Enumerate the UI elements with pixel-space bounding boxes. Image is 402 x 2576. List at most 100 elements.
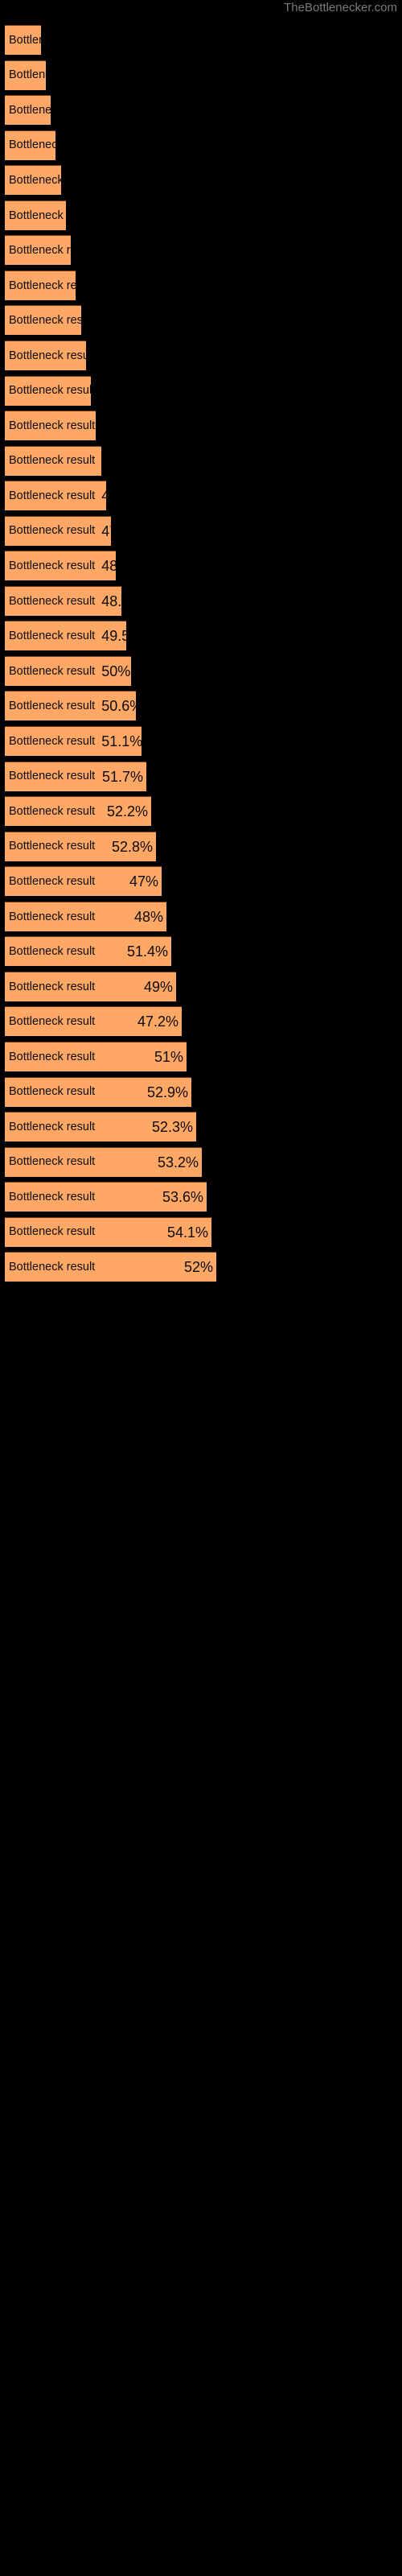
bar-label: Bottleneck result	[9, 840, 96, 853]
bar-label: Bottleneck result	[9, 489, 96, 502]
bar-content: Bottleneck result44.5%	[5, 306, 81, 335]
bar-label: Bottleneck result	[9, 33, 41, 47]
bar-row[interactable]: Bottleneck result 52.3%	[5, 1112, 196, 1142]
bar-content: Bottleneck result46.2%	[5, 411, 96, 440]
bar-label: Bottleneck result	[9, 1155, 96, 1169]
bar-row[interactable]: Bottleneck result 49.5%	[5, 621, 126, 651]
bar-row[interactable]: Bottleneck result 48.9%	[5, 585, 121, 616]
bar-content: Bottleneck result 53.6%	[5, 1183, 207, 1212]
bar-label: Bottleneck result	[9, 103, 51, 117]
bar-row[interactable]: Bottleneck result42.3%	[5, 165, 61, 196]
bar-row[interactable]: Bottleneck result47.3%	[5, 481, 106, 511]
bar-row[interactable]: Bottleneck result46.7%	[5, 445, 101, 476]
bar-row[interactable]: Bottleneck result 47%	[5, 866, 162, 897]
bar-value-label: 48.4%	[101, 558, 116, 575]
bar-value-label: 52%	[183, 1259, 213, 1276]
bar-label: Bottleneck result	[9, 664, 96, 678]
bar-row[interactable]: Bottleneck result44.5%	[5, 305, 81, 336]
bar-label: Bottleneck result	[9, 804, 96, 818]
bar-content: Bottleneck result 52.3%	[5, 1113, 196, 1141]
bar-content: Bottleneck result45.1%	[5, 341, 86, 370]
bar-content: Bottleneck result 48.4%	[5, 551, 116, 580]
bar-content: Bottleneck result40.1%	[5, 26, 41, 55]
bar-row[interactable]: Bottleneck result 47.8%	[5, 515, 111, 546]
bar-value-label: 48%	[133, 908, 163, 925]
bar-content: Bottleneck result 52.9%	[5, 1078, 191, 1107]
bar-content: Bottleneck result 51.1%	[5, 727, 142, 756]
bar-content: Bottleneck result 47.8%	[5, 517, 111, 546]
bar-label: Bottleneck result	[9, 770, 96, 783]
bar-content: Bottleneck result 54.1%	[5, 1218, 211, 1247]
bar-row[interactable]: Bottleneck result 47.2%	[5, 1006, 182, 1037]
bar-row[interactable]: Bottleneck result 49%	[5, 971, 176, 1001]
bar-value-label: 50.6%	[101, 698, 136, 715]
bar-content: Bottleneck result 52%	[5, 1253, 216, 1282]
bar-content: Bottleneck result44%	[5, 271, 76, 300]
bar-row[interactable]: Bottleneck result43.4%	[5, 235, 71, 266]
bar-row[interactable]: Bottleneck result45.1%	[5, 340, 86, 370]
bar-row[interactable]: Bottleneck result 52%	[5, 1252, 216, 1282]
bar-row[interactable]: Bottleneck result46.2%	[5, 411, 96, 441]
bar-label: Bottleneck result	[9, 1190, 96, 1203]
bar-row[interactable]: Bottleneck result44%	[5, 270, 76, 300]
bar-row[interactable]: Bottleneck result45.6%	[5, 375, 91, 406]
bar-label: Bottleneck result	[9, 454, 96, 468]
bar-content: Bottleneck result 51%	[5, 1042, 187, 1071]
bar-row[interactable]: Bottleneck result 52.9%	[5, 1076, 191, 1107]
bar-content: Bottleneck result 53.2%	[5, 1148, 202, 1177]
bar-content: Bottleneck result 51.7%	[5, 762, 146, 791]
bar-label: Bottleneck result	[9, 279, 76, 292]
bar-value-label: 47.8%	[101, 522, 111, 539]
bar-value-label: 51.7%	[101, 768, 143, 785]
bar-content: Bottleneck result 50.6%	[5, 691, 136, 720]
bar-label: Bottleneck result	[9, 419, 96, 432]
bar-row[interactable]: Bottleneck result 50%	[5, 655, 131, 686]
bar-row[interactable]: Bottleneck result40.6%	[5, 60, 46, 90]
bar-content: Bottleneck result42.3%	[5, 166, 61, 195]
bar-content: Bottleneck result 52.2%	[5, 797, 151, 826]
bar-label: Bottleneck result	[9, 594, 96, 608]
bar-row[interactable]: Bottleneck result 53.6%	[5, 1182, 207, 1212]
bar-label: Bottleneck result	[9, 1225, 96, 1239]
bar-label: Bottleneck result	[9, 1085, 96, 1099]
bar-row[interactable]: Bottleneck result 52.2%	[5, 796, 151, 827]
bar-label: Bottleneck result	[9, 945, 96, 959]
bar-row[interactable]: Bottleneck result41.8%	[5, 130, 55, 160]
bar-row[interactable]: Bottleneck result 52.8%	[5, 831, 156, 861]
bar-row[interactable]: Bottleneck result 51.1%	[5, 726, 142, 756]
bar-value-label: 51.1%	[101, 733, 142, 749]
bar-row[interactable]: Bottleneck result 51.4%	[5, 936, 171, 967]
bar-row[interactable]: Bottleneck result 48%	[5, 901, 166, 931]
bar-content: Bottleneck result40.6%	[5, 61, 46, 90]
bar-row[interactable]: Bottleneck result42.9%	[5, 200, 66, 230]
bar-label: Bottleneck result	[9, 630, 96, 643]
bar-series: Bottleneck result40.1%Bottleneck result4…	[0, 0, 402, 2576]
bar-row[interactable]: Bottleneck result 51.7%	[5, 761, 146, 791]
bar-label: Bottleneck result	[9, 980, 96, 993]
bottleneck-bar-chart: TheBottlenecker.com Bottleneck result40.…	[0, 0, 402, 2576]
bar-label: Bottleneck result	[9, 68, 46, 82]
bar-value-label: 51.4%	[126, 943, 168, 960]
bar-content: Bottleneck result 48%	[5, 902, 166, 931]
bar-value-label: 50%	[101, 663, 131, 679]
bar-row[interactable]: Bottleneck result 50.6%	[5, 691, 136, 721]
bar-label: Bottleneck result	[9, 910, 96, 923]
bar-content: Bottleneck result46.7%	[5, 447, 101, 476]
bar-content: Bottleneck result47.3%	[5, 481, 106, 510]
bar-row[interactable]: Bottleneck result 54.1%	[5, 1216, 211, 1247]
bar-label: Bottleneck result	[9, 1120, 96, 1133]
bar-value-label: 52.2%	[106, 803, 148, 820]
bar-label: Bottleneck result	[9, 244, 71, 258]
bar-label: Bottleneck result	[9, 874, 96, 888]
bar-row[interactable]: Bottleneck result41.2%	[5, 95, 51, 126]
bar-content: Bottleneck result 47%	[5, 867, 162, 896]
bar-content: Bottleneck result41.2%	[5, 96, 51, 125]
bar-content: Bottleneck result43.4%	[5, 236, 71, 265]
bar-row[interactable]: Bottleneck result40.1%	[5, 25, 41, 55]
bar-row[interactable]: Bottleneck result 53.2%	[5, 1146, 202, 1177]
bar-value-label: 46.7%	[95, 454, 101, 469]
bar-value-label: 48.9%	[101, 592, 121, 609]
bar-row[interactable]: Bottleneck result 51%	[5, 1041, 187, 1071]
bar-row[interactable]: Bottleneck result 48.4%	[5, 551, 116, 581]
bar-value-label: 52.9%	[146, 1084, 188, 1100]
